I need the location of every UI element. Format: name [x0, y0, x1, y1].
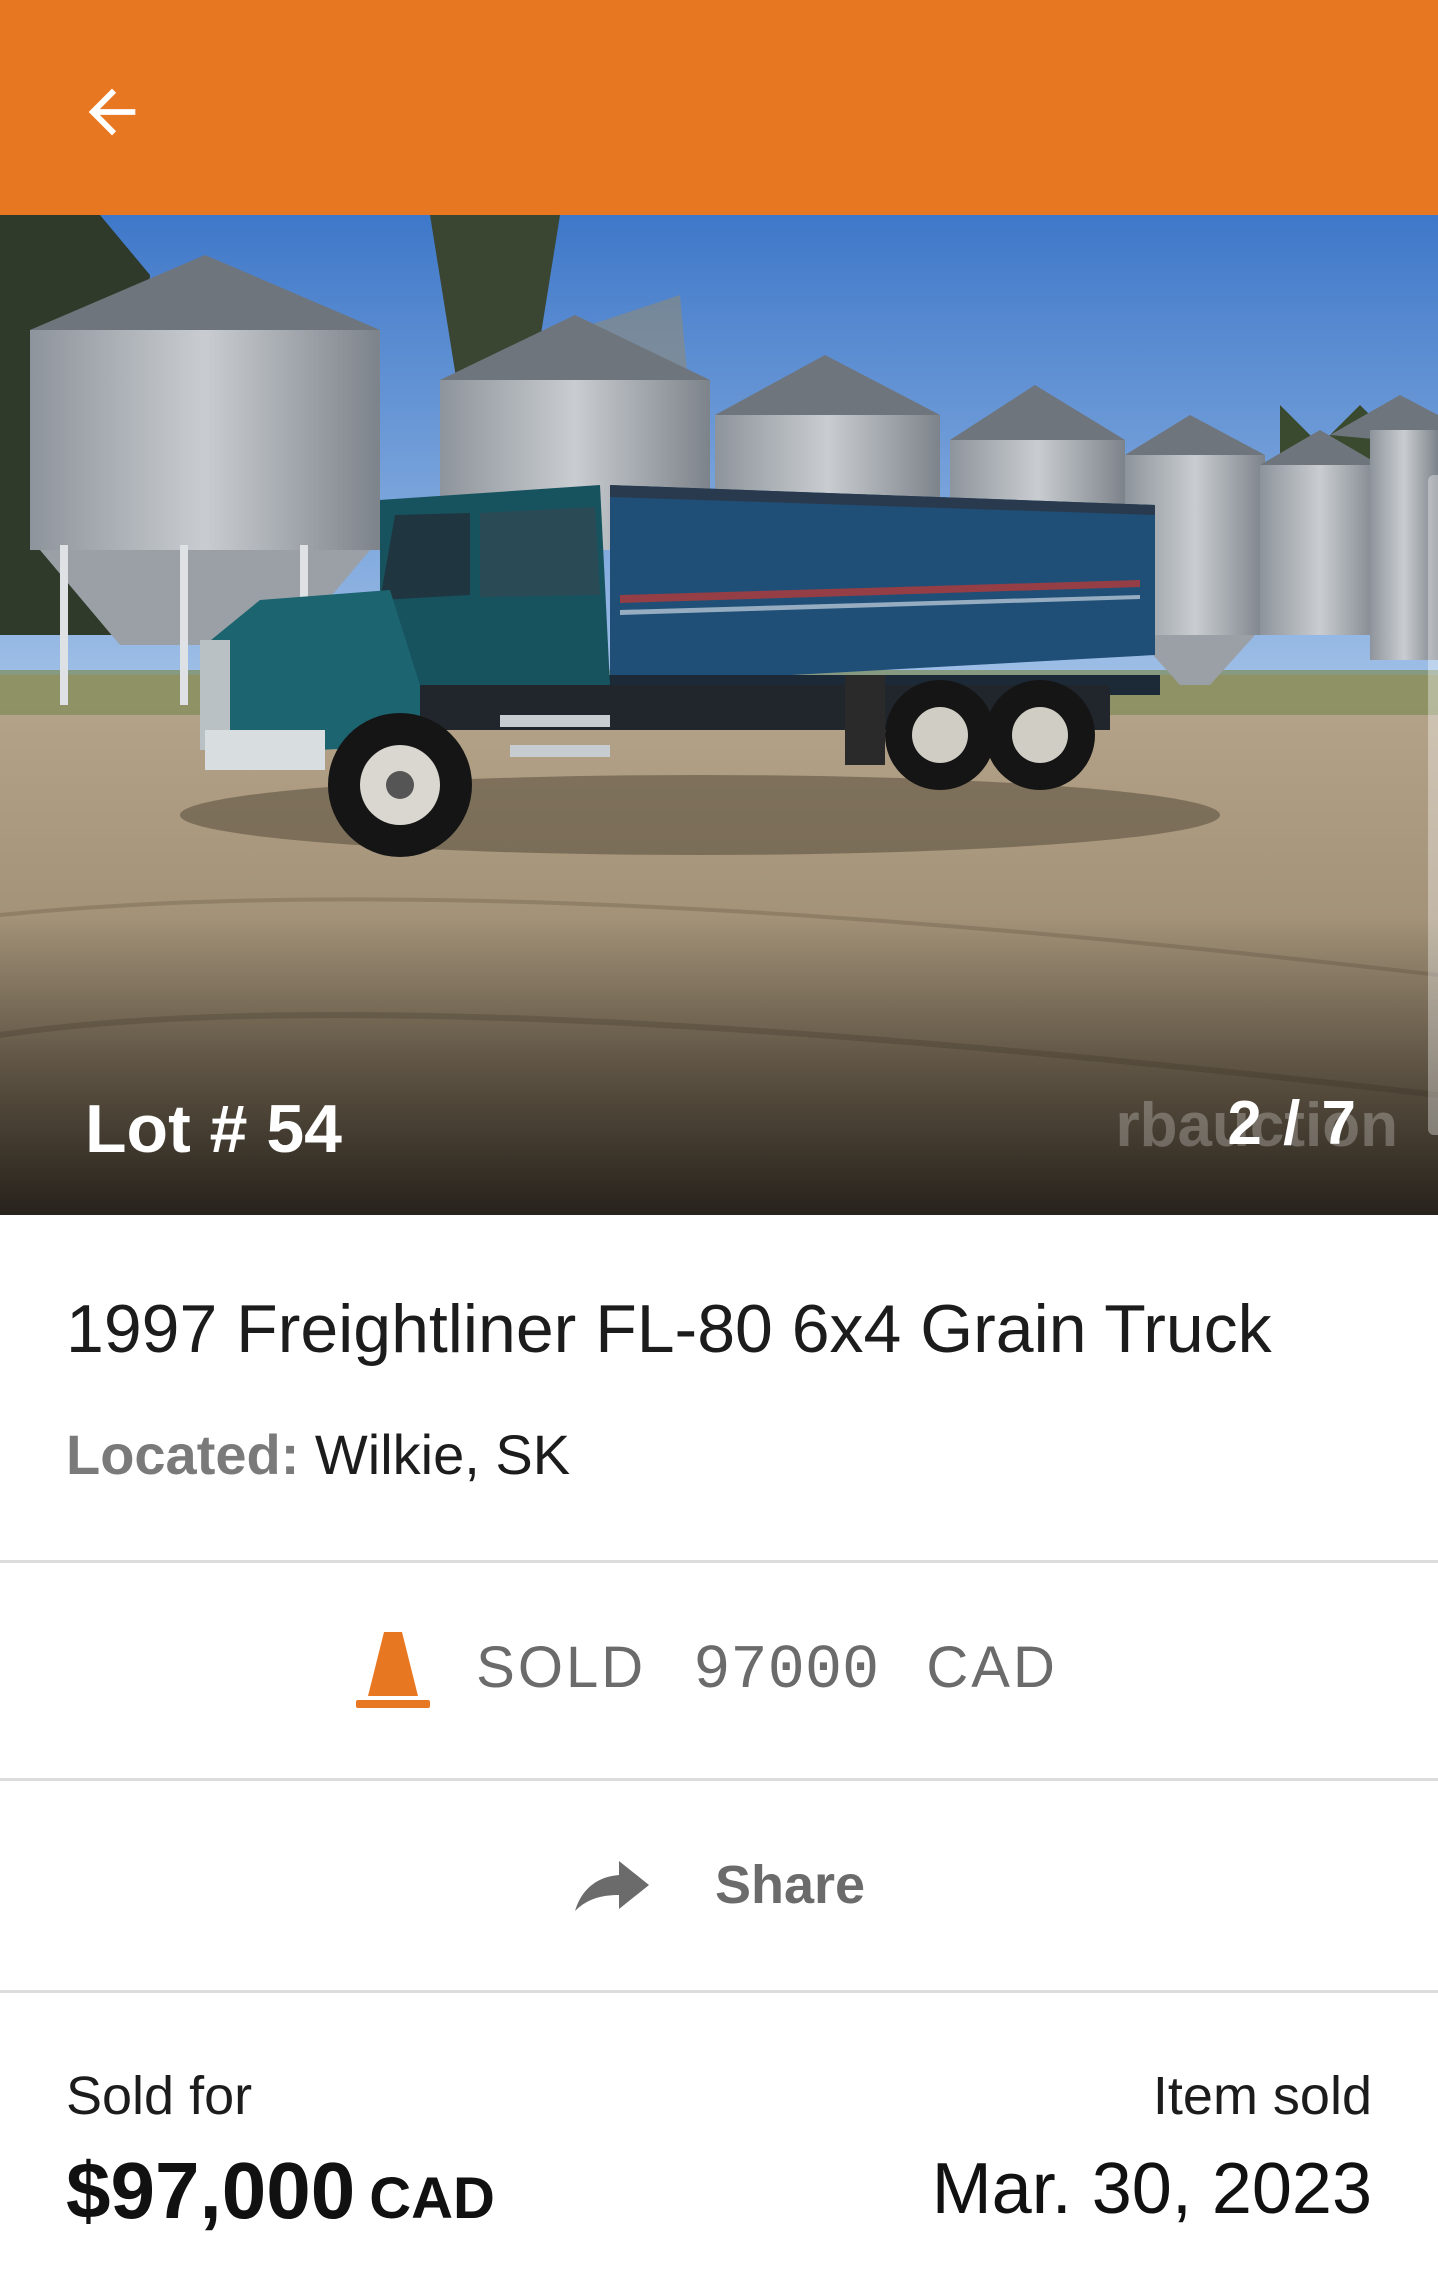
- app-header: [0, 0, 1438, 215]
- cone-icon: [356, 1631, 431, 1708]
- sold-amount: 97000: [693, 1634, 880, 1706]
- sold-for-label: Sold for: [66, 2066, 253, 2126]
- gallery-scroll-indicator: [1428, 475, 1438, 1135]
- sale-price-currency: CAD: [369, 2166, 495, 2231]
- share-arrow-icon: [574, 1861, 649, 1911]
- share-button[interactable]: Share: [0, 1780, 1438, 1990]
- lot-number: Lot # 54: [85, 1091, 342, 1167]
- photo-gradient-overlay: [0, 915, 1438, 1215]
- arrow-left-icon: [88, 88, 136, 136]
- item-location: Located: Wilkie, SK: [66, 1422, 570, 1487]
- item-sold-date: Mar. 30, 2023: [931, 2149, 1372, 2229]
- location-label: Located:: [66, 1423, 300, 1486]
- item-sold-label: Item sold: [1152, 2066, 1372, 2126]
- sold-currency: CAD: [926, 1634, 1058, 1700]
- sale-price: $97,000: [66, 2146, 356, 2235]
- divider: [0, 1990, 1438, 1993]
- item-title: 1997 Freightliner FL-80 6x4 Grain Truck: [66, 1291, 1272, 1367]
- sold-word: SOLD: [476, 1634, 647, 1700]
- sold-status-text: SOLD 97000 CAD: [476, 1634, 1086, 1706]
- sold-for-price: $97,000 CAD: [66, 2145, 495, 2237]
- item-photo-gallery[interactable]: [0, 215, 1438, 1215]
- location-value: Wilkie, SK: [314, 1423, 571, 1486]
- sold-status: SOLD 97000 CAD: [0, 1562, 1438, 1777]
- back-button[interactable]: [70, 70, 154, 154]
- share-label: Share: [714, 1855, 866, 1915]
- photo-counter: 2 / 7: [1227, 1089, 1358, 1158]
